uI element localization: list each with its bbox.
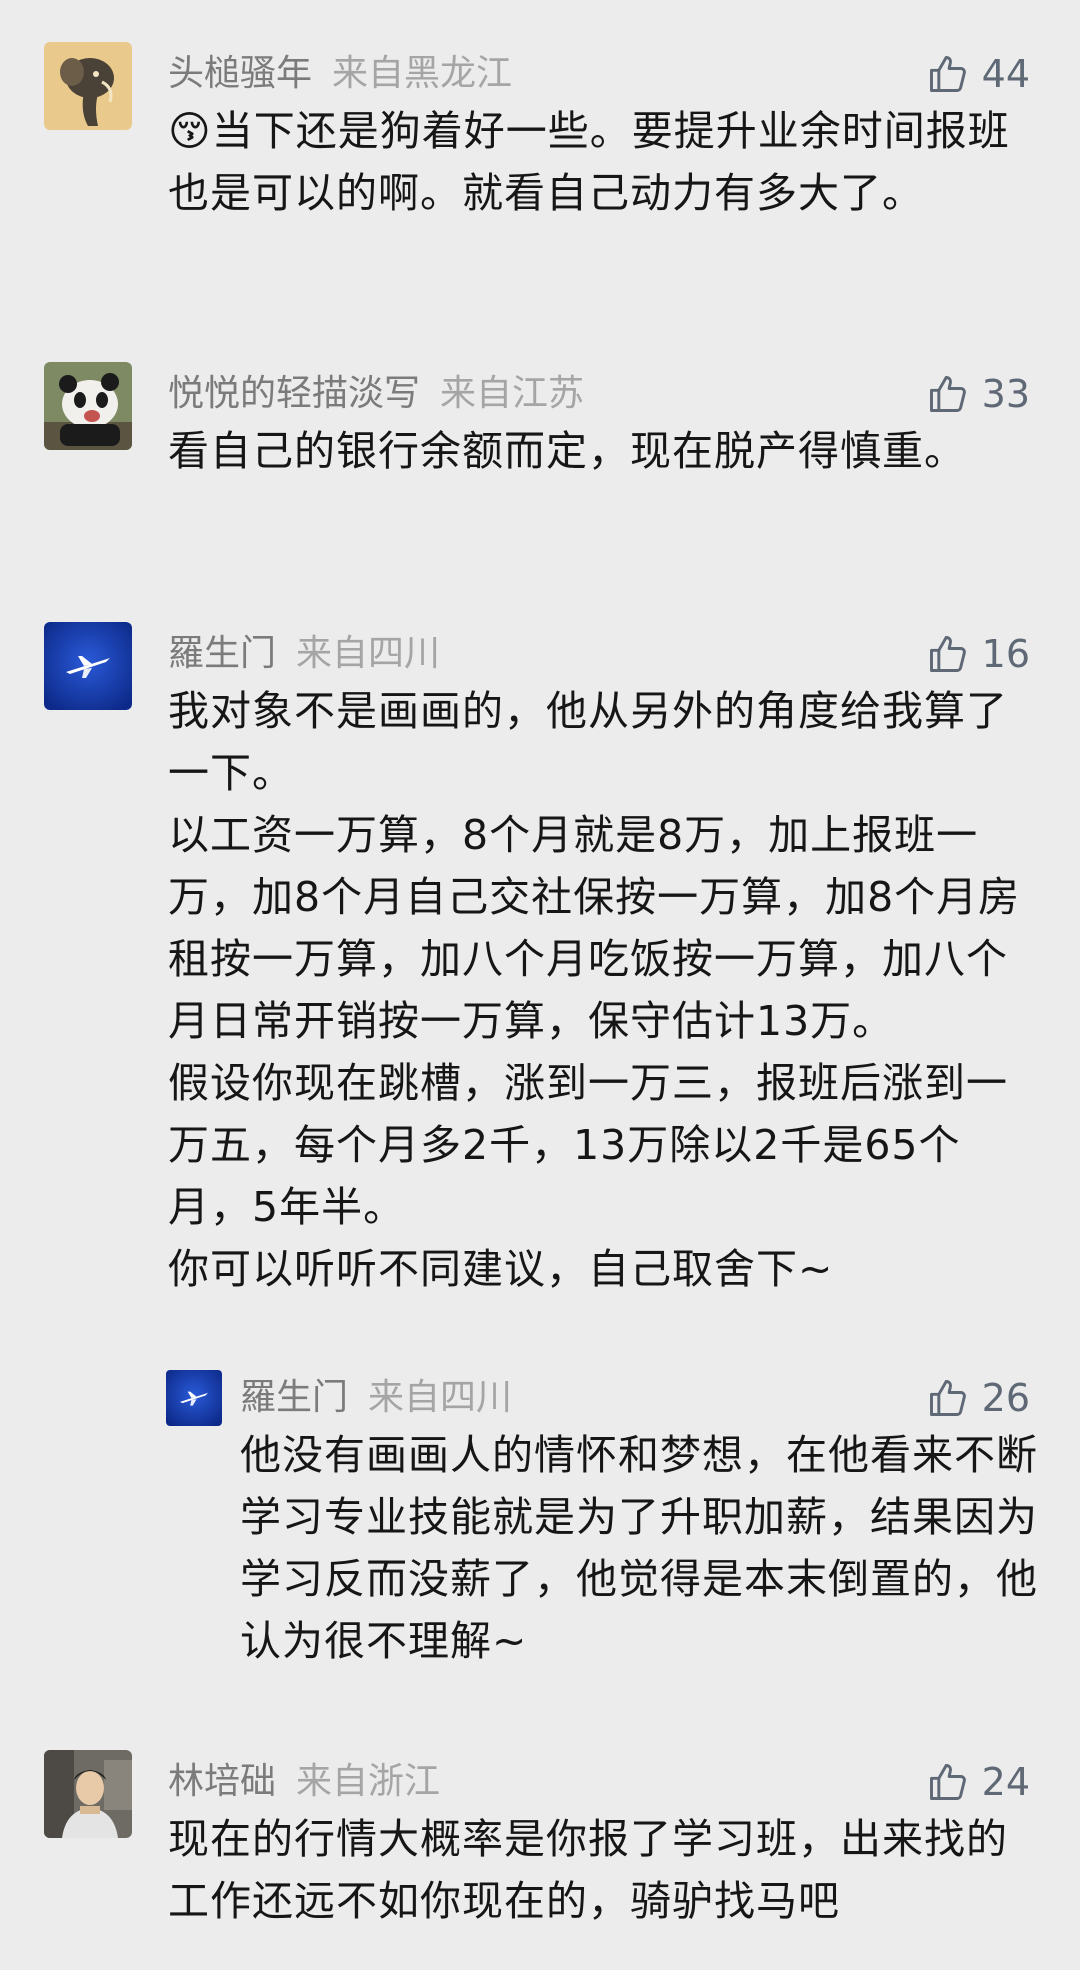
comment-paragraph: 现在的行情大概率是你报了学习班，出来找的工作还远不如你现在的，骑驴找马吧 xyxy=(168,1815,1008,1925)
commenter-name[interactable]: 头槌骚年 xyxy=(168,53,312,94)
like-button[interactable]: 16 xyxy=(926,624,1030,684)
comment-meta: 羅生门 来自四川 xyxy=(240,1368,512,1428)
commenter-name[interactable]: 羅生门 xyxy=(168,633,276,674)
elephant-illustration-avatar xyxy=(44,42,132,130)
commenter-location: 来自江苏 xyxy=(440,373,585,414)
comment-text: 现在的行情大概率是你报了学习班，出来找的工作还远不如你现在的，骑驴找马吧 xyxy=(168,1808,1028,1932)
avatar[interactable] xyxy=(44,362,132,450)
comment-text: 看自己的银行余额而定，现在脱产得慎重。 xyxy=(168,420,1028,482)
like-count: 16 xyxy=(981,632,1030,676)
commenter-name[interactable]: 林培础 xyxy=(168,1761,276,1802)
thumbs-up-icon xyxy=(929,636,966,672)
like-button[interactable]: 24 xyxy=(926,1752,1030,1812)
like-count: 44 xyxy=(981,52,1030,96)
like-count: 33 xyxy=(981,372,1030,416)
blue-airplane-avatar xyxy=(166,1370,222,1426)
panda-photo-avatar xyxy=(44,362,132,450)
comment-meta: 悦悦的轻描淡写 来自江苏 xyxy=(168,364,584,424)
like-count: 24 xyxy=(981,1760,1030,1804)
comment-meta: 羅生门 来自四川 xyxy=(168,624,440,684)
avatar[interactable] xyxy=(44,42,132,130)
thumbs-up-icon xyxy=(929,56,966,92)
comment-paragraph: 以工资一万算，8个月就是8万，加上报班一万，加8个月自己交社保按一万算，加8个月… xyxy=(168,811,1021,1045)
comment-paragraph: 我对象不是画画的，他从另外的角度给我算了一下。 xyxy=(168,687,1008,797)
comment-meta: 林培础 来自浙江 xyxy=(168,1752,440,1812)
comment-paragraph: 看自己的银行余额而定，现在脱产得慎重。 xyxy=(168,427,966,475)
comment-paragraph: 你可以听听不同建议，自己取舍下~ xyxy=(168,1245,834,1293)
commenter-location: 来自黑龙江 xyxy=(332,53,513,94)
blue-airplane-avatar xyxy=(44,622,132,710)
commenter-name[interactable]: 悦悦的轻描淡写 xyxy=(168,373,420,414)
comment-text: 我对象不是画画的，他从另外的角度给我算了一下。 以工资一万算，8个月就是8万，加… xyxy=(168,680,1028,1300)
person-photo-avatar xyxy=(44,1750,132,1838)
commenter-location: 来自浙江 xyxy=(296,1761,441,1802)
comment-paragraph: 他没有画画人的情怀和梦想，在他看来不断学习专业技能就是为了升职加薪，结果因为学习… xyxy=(240,1431,1038,1665)
like-button[interactable]: 44 xyxy=(926,44,1030,104)
comment-text: 😚当下还是狗着好一些。要提升业余时间报班也是可以的啊。就看自己动力有多大了。 xyxy=(168,100,1028,224)
thumbs-up-icon xyxy=(929,376,966,412)
avatar[interactable] xyxy=(44,1750,132,1838)
commenter-location: 来自四川 xyxy=(296,633,441,674)
avatar[interactable] xyxy=(44,622,132,710)
thumbs-up-icon xyxy=(929,1380,966,1416)
thumbs-up-icon xyxy=(929,1764,966,1800)
comment-paragraph: 假设你现在跳槽，涨到一万三，报班后涨到一万五，每个月多2千，13万除以2千是65… xyxy=(168,1059,1008,1231)
like-count: 26 xyxy=(981,1376,1030,1420)
comment-paragraph: 😚当下还是狗着好一些。要提升业余时间报班也是可以的啊。就看自己动力有多大了。 xyxy=(168,107,1010,217)
like-button[interactable]: 26 xyxy=(926,1368,1030,1428)
like-button[interactable]: 33 xyxy=(926,364,1030,424)
commenter-location: 来自四川 xyxy=(368,1377,513,1418)
comment-text: 他没有画画人的情怀和梦想，在他看来不断学习专业技能就是为了升职加薪，结果因为学习… xyxy=(240,1424,1040,1672)
commenter-name[interactable]: 羅生门 xyxy=(240,1377,348,1418)
comment-meta: 头槌骚年 来自黑龙江 xyxy=(168,44,512,104)
avatar[interactable] xyxy=(166,1370,222,1426)
